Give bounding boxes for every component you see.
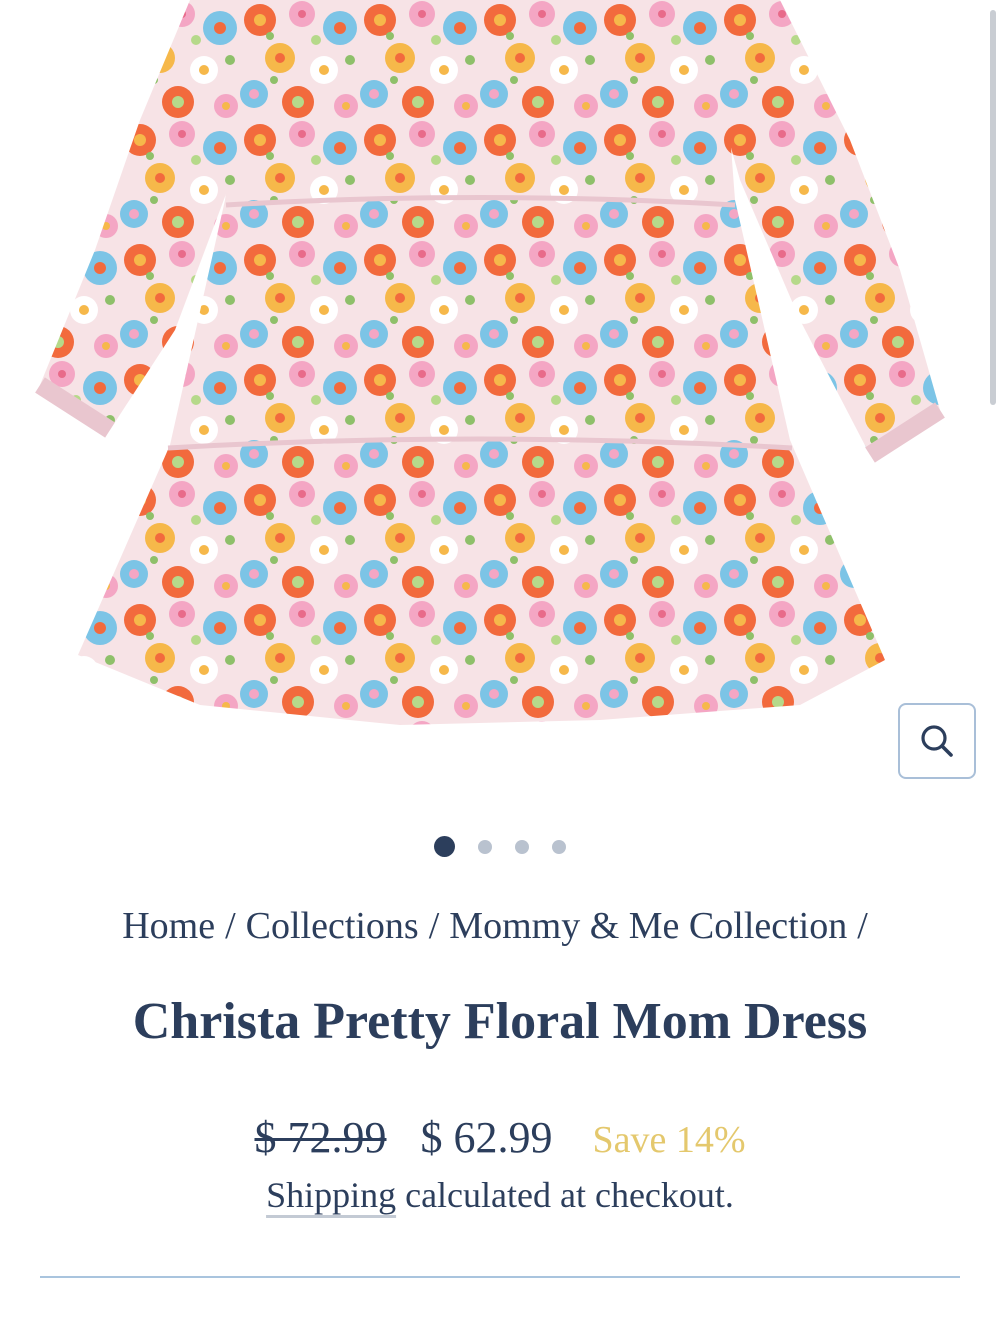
- breadcrumb-home[interactable]: Home: [122, 905, 215, 947]
- slide-indicators: [0, 836, 1000, 858]
- page-title: Christa Pretty Floral Mom Dress: [132, 993, 868, 1050]
- shipping-note-text: calculated at checkout.: [405, 1175, 734, 1215]
- price-row: $ 72.99 $ 62.99 Save 14%: [0, 1112, 1000, 1172]
- floral-dress-image: [35, 0, 945, 725]
- save-badge: Save 14%: [592, 1119, 746, 1161]
- breadcrumb-separator: /: [225, 905, 236, 947]
- shipping-link[interactable]: Shipping: [266, 1175, 396, 1215]
- slide-dot-4[interactable]: [552, 840, 566, 854]
- breadcrumb-separator: /: [428, 905, 440, 947]
- breadcrumb-separator: /: [857, 905, 868, 947]
- slide-dot-1[interactable]: [434, 836, 455, 857]
- divider: [40, 1276, 960, 1278]
- search-icon: [921, 725, 953, 757]
- scrollbar[interactable]: [990, 10, 996, 405]
- shipping-note: Shipping calculated at checkout.: [0, 1174, 1000, 1216]
- sale-price: $ 62.99: [420, 1113, 553, 1162]
- compare-at-price: $ 72.99: [254, 1113, 387, 1162]
- breadcrumb: Home / Collections / Mommy & Me Collection /: [0, 904, 1000, 948]
- slide-dot-3[interactable]: [515, 840, 529, 854]
- breadcrumb-mommy-me-collection[interactable]: Mommy & Me Collection: [449, 905, 847, 947]
- product-image[interactable]: [0, 0, 1000, 730]
- zoom-button[interactable]: [898, 703, 976, 779]
- slide-dot-2[interactable]: [478, 840, 492, 854]
- breadcrumb-collections[interactable]: Collections: [246, 905, 419, 947]
